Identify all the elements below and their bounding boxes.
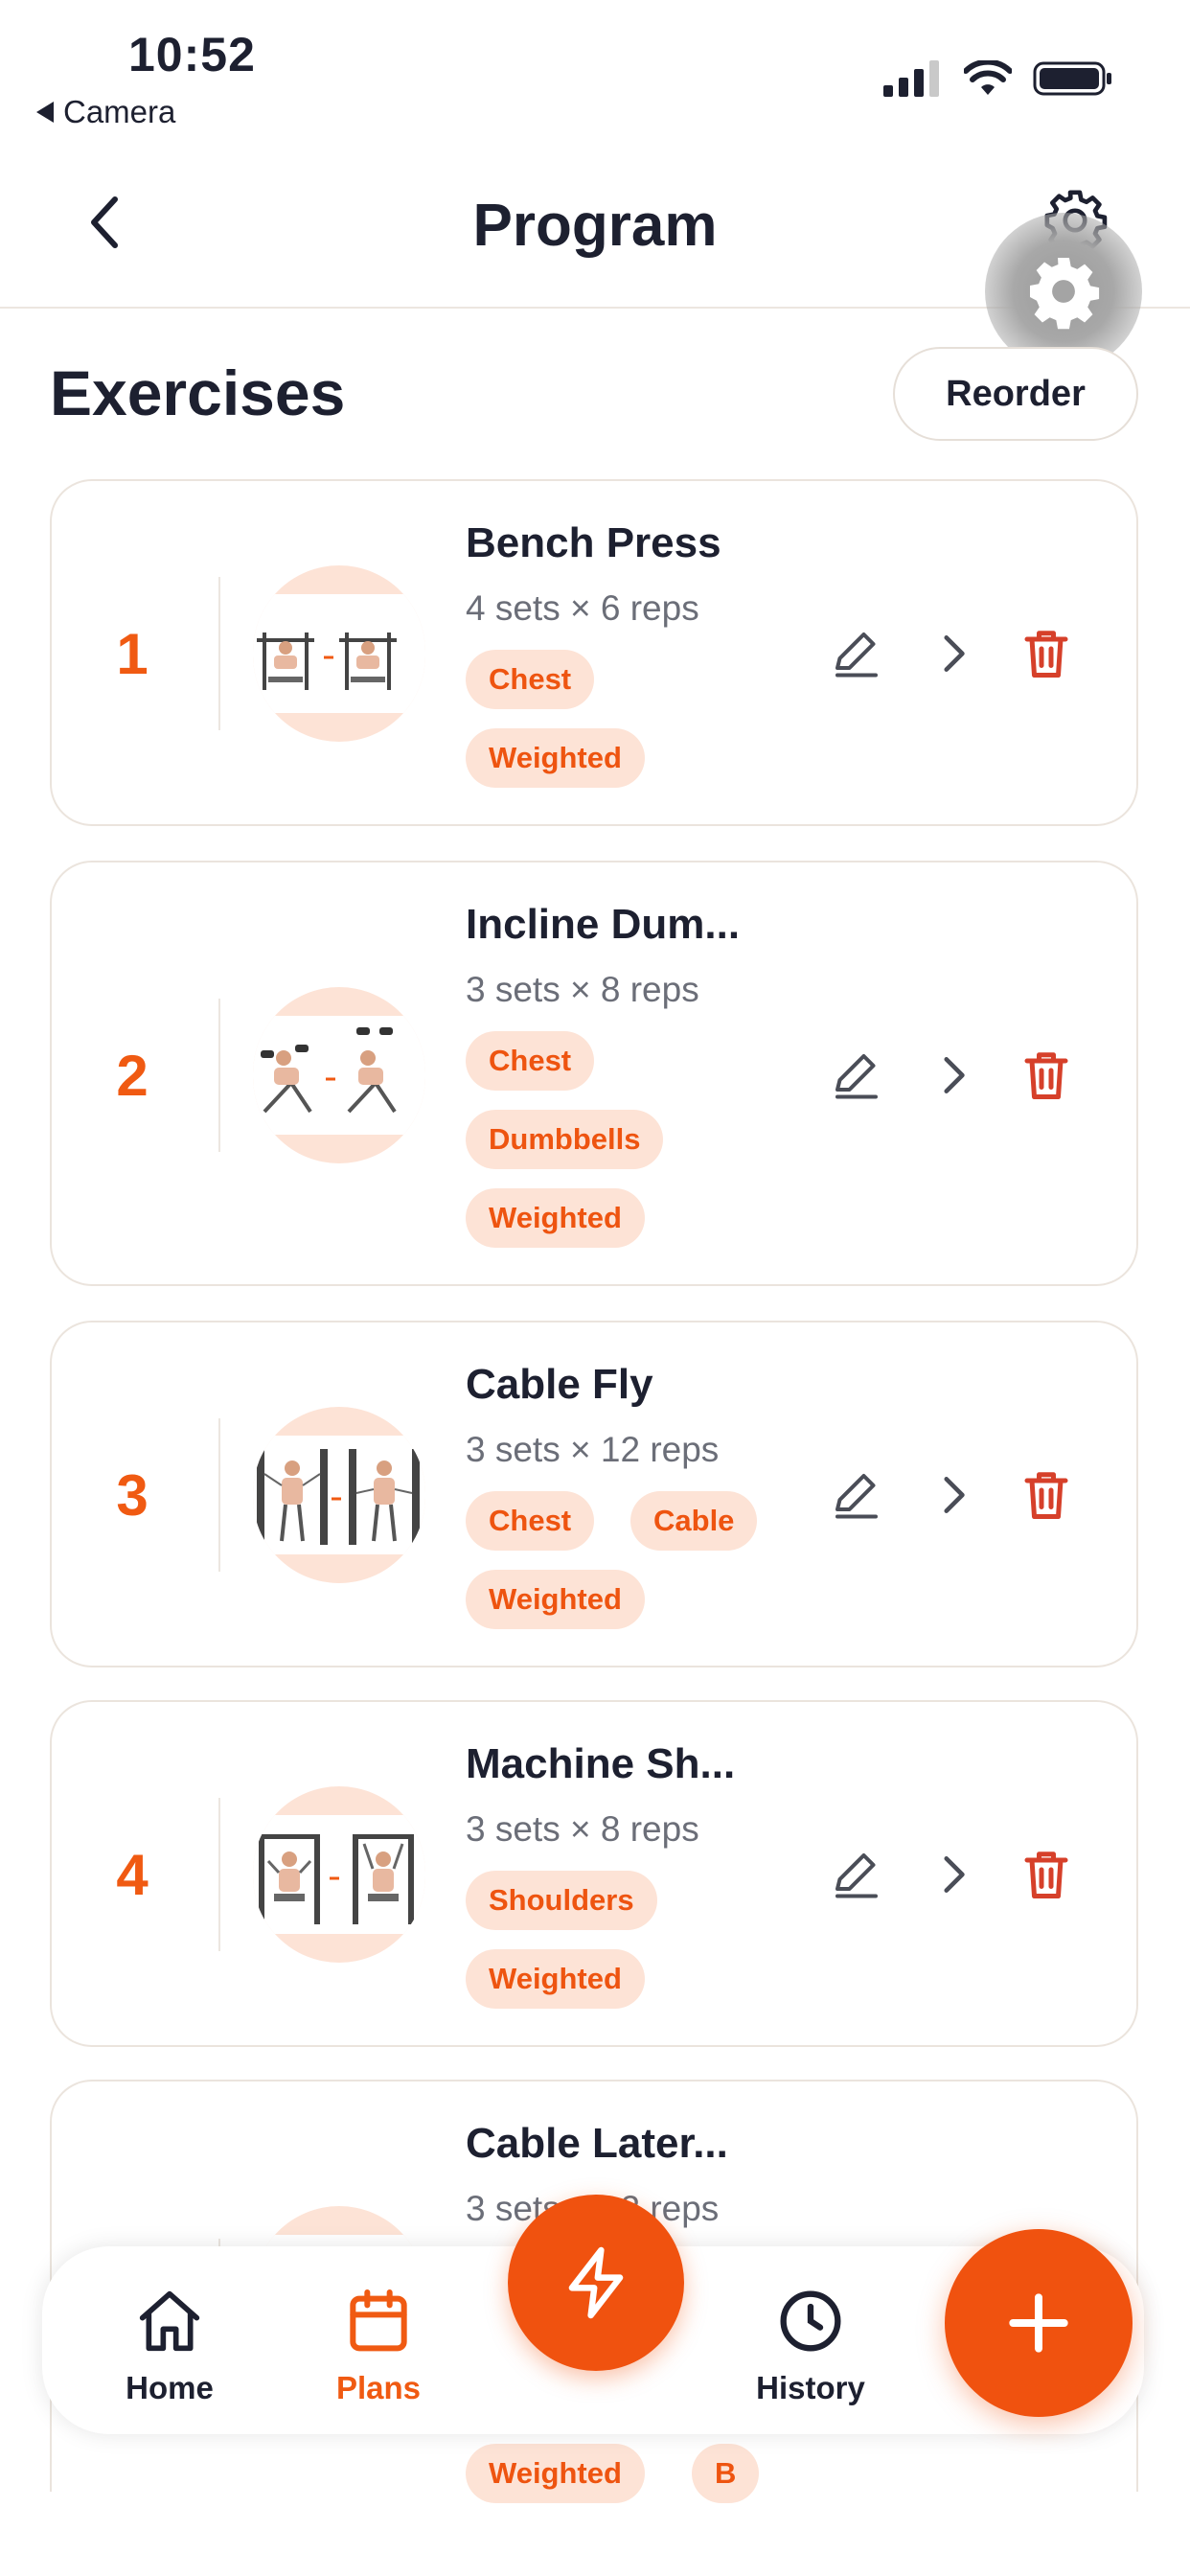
chevron-right-icon xyxy=(944,635,965,672)
calendar-icon xyxy=(350,2289,407,2352)
back-app-label: Camera xyxy=(63,94,176,129)
nav-item-home[interactable]: Home xyxy=(88,2283,251,2406)
pencil-icon xyxy=(835,1474,878,1519)
quick-start-button[interactable] xyxy=(508,2195,684,2371)
exercise-name: Incline Dum... xyxy=(466,901,741,948)
pencil-icon xyxy=(835,1054,878,1099)
chevron-right-icon xyxy=(944,1477,965,1513)
tag-badge: B xyxy=(692,2444,760,2503)
nav-label: History xyxy=(756,2370,865,2405)
exercise-number: 4 xyxy=(116,1843,149,1907)
back-triangle-icon xyxy=(36,102,54,123)
nav-item-plans[interactable]: Plans xyxy=(297,2283,460,2406)
nav-label: Home xyxy=(126,2370,214,2405)
exercise-sets: 4 sets × 6 reps xyxy=(466,588,699,628)
tag-badge: Weighted xyxy=(466,1570,645,1629)
edit-button[interactable] xyxy=(818,1457,895,1533)
tag-badge: Shoulders xyxy=(466,1871,657,1930)
chevron-right-icon xyxy=(944,1057,965,1093)
open-button[interactable] xyxy=(914,1457,991,1533)
exercise-name: Cable Later... xyxy=(466,2120,728,2167)
edit-button[interactable] xyxy=(818,615,895,692)
reorder-button[interactable]: Reorder xyxy=(893,347,1138,441)
exercise-number: 1 xyxy=(116,622,149,686)
exercise-thumbnail xyxy=(253,1786,425,1963)
trash-icon xyxy=(1024,631,1068,678)
exercise-illustration-icon xyxy=(259,1834,414,1924)
trash-icon xyxy=(1024,1472,1068,1519)
open-button[interactable] xyxy=(914,615,991,692)
gear-icon xyxy=(1030,258,1100,330)
home-icon xyxy=(139,2290,200,2352)
plus-icon xyxy=(1009,2293,1068,2353)
add-exercise-button[interactable] xyxy=(945,2229,1133,2417)
back-to-app-link[interactable]: Camera xyxy=(36,94,175,130)
edit-button[interactable] xyxy=(818,1836,895,1913)
section-title: Exercises xyxy=(50,357,346,428)
trash-icon xyxy=(1024,1852,1068,1898)
exercise-card[interactable]: 1 Bench Press 4 sets × 6 reps Chest Weig… xyxy=(50,479,1138,826)
tag-badge: Weighted xyxy=(466,1188,645,1248)
tag-badge: Chest xyxy=(466,650,595,709)
lightning-icon xyxy=(568,2246,624,2319)
divider xyxy=(218,1798,220,1951)
divider xyxy=(218,1418,220,1572)
delete-button[interactable] xyxy=(1008,1836,1085,1913)
exercise-name: Machine Sh... xyxy=(466,1740,736,1787)
trash-icon xyxy=(1024,1052,1068,1099)
exercise-illustration-icon xyxy=(257,1449,420,1545)
nav-label: Plans xyxy=(335,2370,422,2405)
tag-badge: Chest xyxy=(466,1031,595,1091)
exercise-sets: 3 sets × 8 reps xyxy=(466,1809,699,1849)
delete-button[interactable] xyxy=(1008,1037,1085,1114)
tag-badge: Dumbbells xyxy=(466,1110,664,1169)
exercise-thumbnail xyxy=(253,987,425,1163)
divider xyxy=(218,577,220,730)
tag-badge: Weighted xyxy=(466,728,645,788)
chevron-right-icon xyxy=(944,1856,965,1893)
status-icons xyxy=(883,59,1113,98)
tag-badge: Chest xyxy=(466,1491,595,1551)
exercise-name: Bench Press xyxy=(466,519,721,566)
exercise-card[interactable]: 2 Incline Dum... 3 sets × 8 reps Chest D… xyxy=(50,861,1138,1286)
status-time: 10:52 xyxy=(128,28,256,81)
signal-icon xyxy=(883,60,939,97)
edit-button[interactable] xyxy=(818,1037,895,1114)
exercise-sets: 3 sets × 8 reps xyxy=(466,970,699,1009)
exercise-thumbnail xyxy=(253,1407,425,1583)
exercise-thumbnail xyxy=(253,565,425,742)
exercise-number: 2 xyxy=(116,1044,149,1108)
tag-badge: Weighted xyxy=(466,2444,645,2503)
delete-button[interactable] xyxy=(1008,1457,1085,1533)
tag-badge: Weighted xyxy=(466,1949,645,2009)
tag-badge: Cable xyxy=(630,1491,758,1551)
pencil-icon xyxy=(835,632,878,678)
nav-item-history[interactable]: History xyxy=(729,2283,892,2406)
pencil-icon xyxy=(835,1853,878,1898)
exercise-card[interactable]: 4 Machine Sh... 3 sets × 8 reps Shoulder… xyxy=(50,1700,1138,2047)
delete-button[interactable] xyxy=(1008,615,1085,692)
clock-icon xyxy=(780,2290,841,2352)
open-button[interactable] xyxy=(914,1037,991,1114)
exercise-sets: 3 sets × 12 reps xyxy=(466,1430,720,1469)
battery-icon xyxy=(1033,61,1111,96)
exercise-name: Cable Fly xyxy=(466,1361,653,1408)
wifi-icon xyxy=(964,60,1012,95)
exercise-illustration-icon xyxy=(257,632,397,690)
exercise-illustration-icon xyxy=(261,1027,397,1114)
exercise-card[interactable]: 3 Cable Fly 3 sets × 12 reps Chest Cable… xyxy=(50,1321,1138,1668)
divider xyxy=(218,999,220,1152)
exercise-number: 3 xyxy=(116,1463,149,1528)
open-button[interactable] xyxy=(914,1836,991,1913)
